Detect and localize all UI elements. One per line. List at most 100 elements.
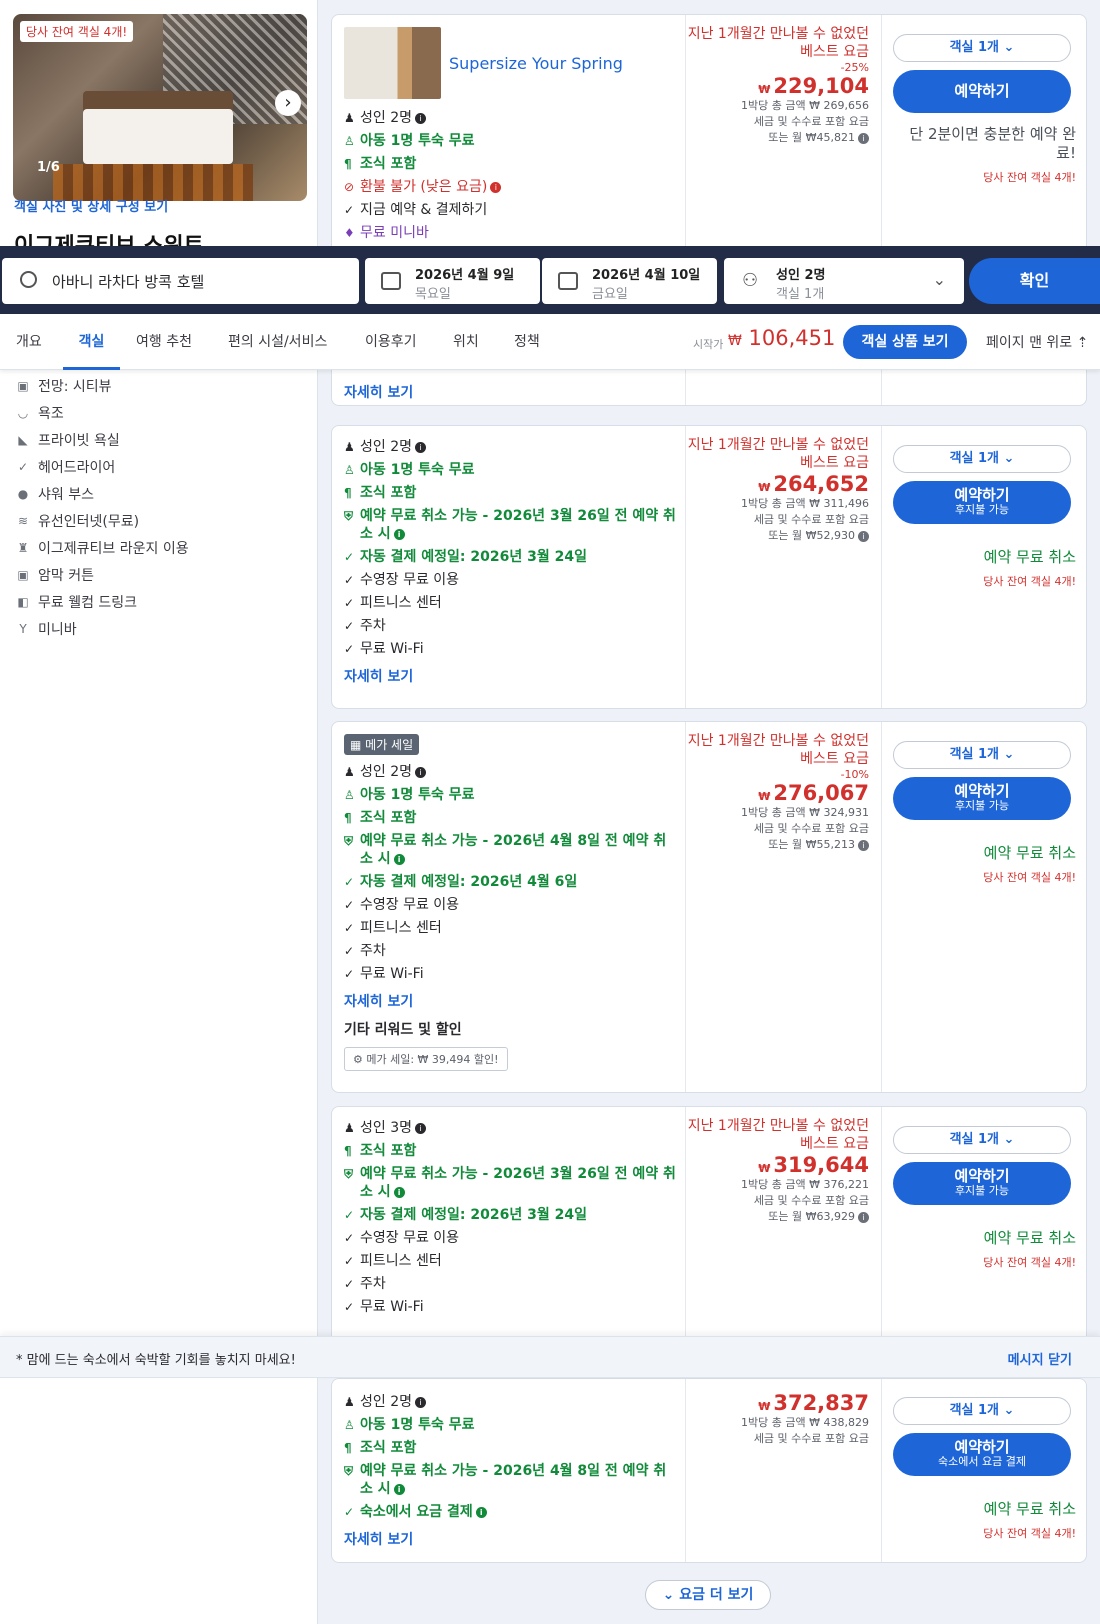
tab-policies[interactable]: 정책: [514, 314, 540, 370]
book-button[interactable]: 예약하기 후지불 가능: [893, 1162, 1071, 1205]
promo-title[interactable]: Supersize Your Spring: [449, 54, 623, 73]
tab-facilities[interactable]: 편의 시설/서비스: [228, 314, 327, 370]
close-message-link[interactable]: 메시지 닫기: [1008, 1349, 1072, 1368]
chevron-right-icon[interactable]: ›: [275, 90, 301, 116]
from-label: 시작가: [693, 338, 724, 351]
price-block: 지난 1개월간 만나볼 수 없었던 베스트 요금 -10% ₩276,067 1박당 …: [686, 722, 881, 853]
book-button[interactable]: 예약하기 숙소에서 요금 결제: [893, 1433, 1071, 1476]
more-rates-button[interactable]: ⌄ 요금 더 보기: [645, 1580, 771, 1610]
details-link[interactable]: 자세히 보기: [344, 669, 413, 685]
info-icon[interactable]: i: [490, 181, 502, 193]
search-bar: 아바니 라차다 방콕 호텔 2026년 4월 9일 목요일 2026년 4월 1…: [0, 246, 1100, 314]
room-photos-link[interactable]: 객실 사진 및 상세 구성 보기: [14, 196, 168, 215]
book-button[interactable]: 예약하기: [893, 70, 1071, 113]
tab-reviews[interactable]: 이용후기: [365, 314, 417, 370]
details-link-wrap: 자세히 보기: [344, 1529, 679, 1549]
chevron-down-icon: ⌄: [932, 270, 946, 289]
info-icon[interactable]: i: [858, 530, 869, 542]
tab-travel-tips[interactable]: 여행 추천: [136, 314, 192, 370]
info-icon[interactable]: i: [858, 839, 869, 851]
details-link[interactable]: 자세히 보기: [344, 382, 413, 402]
room-count-select[interactable]: 객실 1개 ⌄: [893, 34, 1071, 62]
info-icon[interactable]: i: [393, 853, 405, 865]
drink-icon: ◧: [17, 594, 29, 609]
back-to-top-link[interactable]: 페이지 맨 위로 ⇡: [986, 332, 1088, 352]
room-photo[interactable]: 당사 잔여 객실 4개! › 1/6: [13, 14, 307, 201]
info-icon[interactable]: i: [393, 1186, 405, 1198]
price-block: 지난 1개월간 만나볼 수 없었던 베스트 요금 ₩319,644 1박당 총 금액…: [686, 1107, 881, 1225]
chevron-down-icon: ⌄: [999, 1132, 1015, 1147]
feature-item: ✓ 자동 결제 예정일: 2026년 3월 24일: [344, 548, 679, 566]
info-icon[interactable]: i: [415, 441, 426, 453]
info-icon[interactable]: i: [415, 1122, 426, 1134]
feature-item: ⛨ 예약 무료 취소 가능 - 2026년 4월 8일 전 예약 취소 시i: [344, 832, 679, 868]
info-icon[interactable]: i: [415, 112, 426, 124]
tab-location[interactable]: 위치: [453, 314, 479, 370]
tax-note: 세금 및 수수료 포함 요금: [753, 822, 869, 835]
feature-item: ♙ 아동 1명 투숙 무료: [344, 786, 679, 804]
book-button[interactable]: 예약하기 후지불 가능: [893, 481, 1071, 524]
info-icon[interactable]: i: [415, 766, 426, 778]
info-icon[interactable]: i: [393, 1483, 405, 1495]
confirm-button[interactable]: 확인: [969, 258, 1100, 304]
tab-overview[interactable]: 개요: [16, 314, 42, 370]
discount-percent: -25%: [840, 61, 869, 74]
room-count-value: 객실 1개: [949, 1403, 1000, 1418]
mega-sale-discount-text: 메가 세일: ₩ 39,494 할인!: [366, 1053, 499, 1066]
feature-item: ⊘ 환불 불가 (낮은 요금) i: [344, 178, 679, 196]
remaining-rooms-badge: 당사 잔여 객실 4개!: [20, 21, 134, 42]
search-input[interactable]: 아바니 라차다 방콕 호텔: [2, 258, 359, 304]
notice-text: * 맘에 드는 숙소에서 숙박할 기회를 놓치지 마세요!: [16, 1353, 296, 1368]
info-icon[interactable]: i: [858, 132, 869, 144]
checkin-date-field[interactable]: 2026년 4월 9일 목요일: [365, 258, 540, 304]
tax-note: 세금 및 수수료 포함 요금: [753, 1432, 869, 1445]
info-icon[interactable]: i: [393, 528, 405, 540]
best-rate-text: 지난 1개월간 만나볼 수 없었던 베스트 요금: [687, 1118, 869, 1152]
feature-text: 무료 Wi-Fi: [360, 641, 424, 657]
view-rooms-button[interactable]: 객실 상품 보기: [843, 325, 967, 359]
details-link[interactable]: 자세히 보기: [344, 994, 413, 1010]
price-value: 319,644: [773, 1153, 869, 1177]
calendar-icon: ▦: [350, 738, 366, 752]
rate-card: ♟ 성인 2명 i ♙ 아동 1명 투숙 무료 ¶ 조식 포함 ⛨ 예약 무료 취소 가능 - …: [331, 1378, 1087, 1563]
amenity-item: ▣ 전망: 시티뷰: [14, 372, 189, 399]
utensils-icon: ¶: [344, 157, 352, 171]
book-sublabel: 후지불 가능: [954, 503, 1010, 516]
info-icon[interactable]: i: [858, 1211, 869, 1223]
feature-item: ♙ 아동 1명 투숙 무료: [344, 132, 679, 150]
room-count-select[interactable]: 객실 1개 ⌄: [893, 445, 1071, 473]
info-icon[interactable]: i: [415, 1396, 426, 1408]
check-icon: ✓: [344, 1231, 355, 1245]
tab-rooms[interactable]: 객실: [63, 314, 120, 370]
currency-symbol: ₩: [758, 83, 771, 96]
gem-icon: ♦: [344, 226, 355, 240]
person-icon: ♟: [344, 765, 355, 779]
mega-sale-badge: ▦ 메가 세일: [344, 734, 420, 755]
checkout-date-field[interactable]: 2026년 4월 10일 금요일: [542, 258, 717, 304]
info-icon[interactable]: i: [475, 1506, 487, 1518]
book-button[interactable]: 예약하기 후지불 가능: [893, 777, 1071, 820]
room-count-select[interactable]: 객실 1개 ⌄: [893, 741, 1071, 769]
feature-item: ✓ 자동 결제 예정일: 2026년 4월 6일: [344, 873, 679, 891]
child-icon: ♙: [344, 134, 355, 148]
check-icon: ✓: [344, 203, 355, 217]
guests-field[interactable]: ⚇ 성인 2명 객실 1개 ⌄: [724, 258, 964, 304]
amenity-item: ◣ 프라이빗 욕실: [14, 426, 189, 453]
price-block: 지난 1개월간 만나볼 수 없었던 베스트 요금 -25% ₩229,104 1박당 …: [686, 15, 881, 146]
details-link[interactable]: 자세히 보기: [344, 1532, 413, 1548]
book-sublabel: 숙소에서 요금 결제: [938, 1455, 1026, 1468]
feature-item: ✓ 숙소에서 요금 결제 i: [344, 1503, 679, 1521]
feature-text: 주차: [360, 1276, 386, 1292]
bathtub-icon: ◡: [17, 405, 29, 420]
monthly-installment: 또는 월 ₩52,930 i: [686, 528, 881, 544]
room-count-select[interactable]: 객실 1개 ⌄: [893, 1126, 1071, 1154]
child-icon: ♙: [344, 788, 355, 802]
calendar-icon: [381, 272, 401, 290]
monthly-text: 또는 월 ₩63,929: [768, 1210, 855, 1223]
free-cancel-text: 예약 무료 취소: [983, 548, 1076, 566]
shield-icon: ⛨: [344, 834, 354, 848]
feature-item: ✓ 주차: [344, 1275, 679, 1293]
monthly-text: 또는 월 ₩52,930: [768, 529, 855, 542]
booking-block: 객실 1개 ⌄ 예약하기 후지불 가능 예약 무료 취소 당사 잔여 객실 4개!: [883, 722, 1088, 885]
room-count-select[interactable]: 객실 1개 ⌄: [893, 1397, 1071, 1425]
